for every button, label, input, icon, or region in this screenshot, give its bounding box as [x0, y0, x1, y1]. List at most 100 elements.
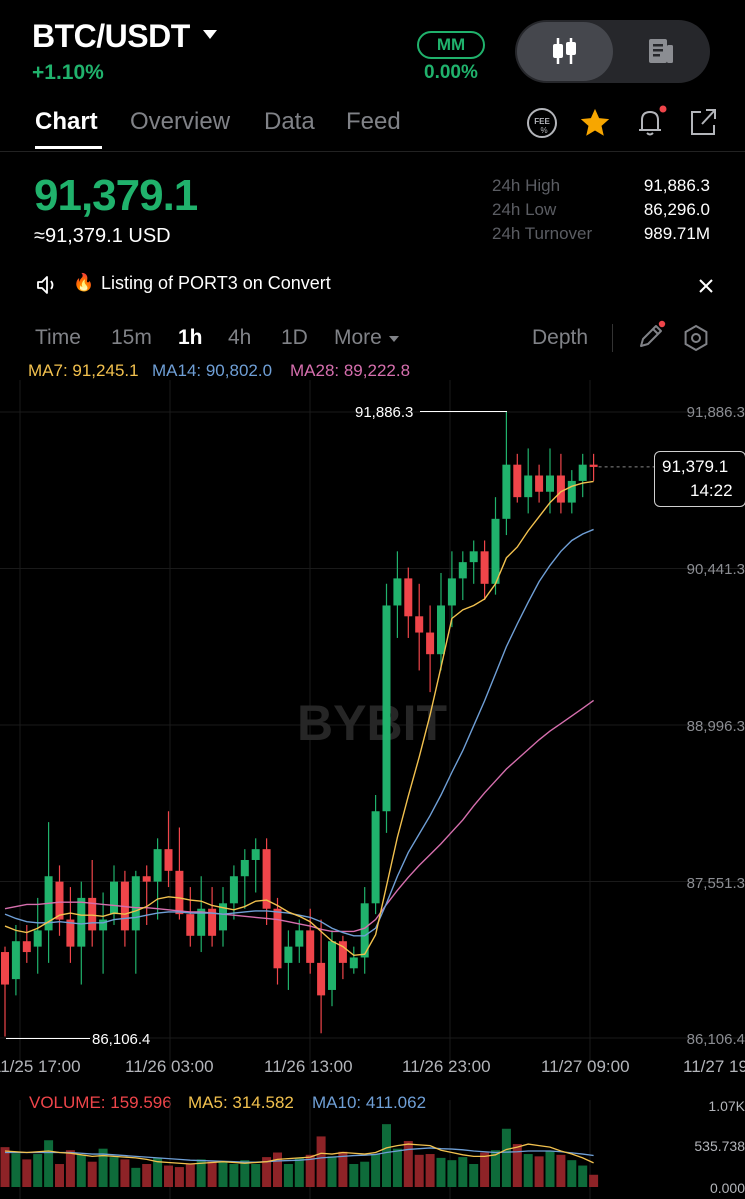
candle-body [77, 897, 86, 947]
candle-body [295, 930, 304, 947]
candle-body [437, 605, 445, 655]
volume-bar [469, 1164, 479, 1187]
max-price-label: 91,886.3 [355, 404, 414, 421]
last-price-tag-value: 91,379.1 [662, 457, 729, 476]
timeframe-4h[interactable]: 4h [228, 326, 251, 350]
caret-down-icon[interactable] [203, 30, 217, 39]
volume-bar [360, 1161, 370, 1187]
ma28-legend: MA28: 89,222.8 [290, 361, 411, 380]
volume-bar [403, 1141, 413, 1187]
toolbar-divider [612, 324, 613, 352]
tab-feed[interactable]: Feed [346, 108, 401, 136]
bell-icon[interactable] [633, 104, 669, 140]
candle-body [589, 464, 598, 467]
y-tick-label: 88,996.3 [686, 718, 745, 735]
timeframe-time[interactable]: Time [35, 326, 81, 350]
candle-body [229, 876, 238, 904]
candle-body [175, 870, 184, 915]
candle-body [273, 908, 282, 969]
mm-badge[interactable]: MM [417, 31, 485, 59]
min-price-label: 86,106.4 [92, 1031, 151, 1048]
price-change: +1.10% [32, 61, 104, 84]
candle-body [11, 941, 20, 980]
volume-bar [76, 1154, 86, 1187]
depth-tab[interactable]: Depth [532, 326, 588, 350]
candle-body [110, 881, 118, 915]
last-price: 91,379.1 [34, 171, 198, 220]
share-icon[interactable] [687, 106, 719, 138]
svg-text:%: % [540, 126, 547, 135]
volume-bar [87, 1161, 97, 1187]
volume-bar [556, 1154, 566, 1187]
candle-body [99, 919, 108, 931]
tab-chart[interactable]: Chart [35, 108, 98, 136]
candle-body [317, 962, 326, 996]
candle-body [371, 811, 380, 904]
volume-bar [371, 1154, 381, 1187]
fire-icon: 🔥 [73, 273, 95, 292]
volume-bar [283, 1164, 293, 1187]
candle-body [153, 849, 162, 882]
max-price-line [420, 411, 507, 412]
fee-icon[interactable]: FEE % [525, 106, 559, 140]
volume-y-tick: 1.07K [708, 1098, 745, 1114]
candle-body [349, 957, 358, 969]
mm-value: 0.00% [424, 62, 478, 83]
volume-bar [55, 1164, 64, 1187]
x-tick-label: 11/26 23:00 [402, 1057, 491, 1076]
usd-price: ≈91,379.1 USD [34, 225, 171, 247]
x-tick-label: 11/27 19 [683, 1057, 745, 1076]
volume-bar [534, 1156, 544, 1187]
volume-bar [273, 1152, 282, 1187]
y-tick-label: 91,886.3 [686, 404, 745, 421]
low-label: 24h Low [492, 200, 557, 219]
tab-overview[interactable]: Overview [130, 108, 230, 136]
more-caret-icon [389, 336, 399, 342]
candle-body [284, 946, 293, 963]
candle-body [480, 551, 489, 584]
candle-body [328, 941, 336, 990]
candlestick-icon [553, 38, 576, 64]
volume-bar [131, 1167, 141, 1187]
volume-bar [240, 1160, 250, 1187]
candle-body [22, 941, 31, 953]
candlestick-chart[interactable]: BYBIT [0, 380, 745, 1080]
timeframe-more[interactable]: More [334, 326, 382, 350]
volume-bar [327, 1156, 337, 1187]
volume-bar [207, 1161, 217, 1187]
candle-body [524, 475, 533, 498]
candle-body [578, 464, 587, 481]
candle-body [186, 914, 195, 936]
volume-y-tick: 535.738 [694, 1138, 745, 1154]
volume-bar [392, 1148, 402, 1187]
candle-body [393, 578, 402, 606]
timeframe-15m[interactable]: 15m [111, 326, 152, 350]
volume-bar [229, 1164, 239, 1187]
close-icon[interactable] [698, 278, 714, 294]
star-icon[interactable] [578, 106, 612, 140]
volume-bar [294, 1157, 304, 1187]
timeframe-1h[interactable]: 1h [178, 326, 203, 350]
volume-bar [480, 1152, 490, 1187]
timeframe-1d[interactable]: 1D [281, 326, 308, 350]
pencil-icon[interactable] [635, 320, 667, 352]
candle-body [567, 480, 576, 503]
tab-data[interactable]: Data [264, 108, 315, 136]
candle-body [546, 475, 554, 492]
volume-bar [164, 1165, 173, 1187]
volume-bar [589, 1174, 599, 1187]
volume-bar [22, 1159, 32, 1187]
volume-bar [11, 1153, 21, 1187]
settings-icon[interactable] [682, 324, 710, 352]
document-view-icon[interactable] [646, 36, 676, 66]
candle-body [447, 578, 456, 606]
y-tick-label: 87,551.3 [686, 875, 745, 892]
y-tick-label: 90,441.3 [686, 561, 745, 578]
pair-title[interactable]: BTC/USDT [32, 18, 190, 55]
volume-bar [545, 1150, 555, 1187]
volume-bar [251, 1164, 261, 1187]
notice-text[interactable]: Listing of PORT3 on Convert [101, 273, 331, 294]
watermark-logo: BYBIT [297, 695, 447, 751]
volume-chart[interactable] [0, 1100, 745, 1199]
min-price-line [6, 1038, 90, 1039]
